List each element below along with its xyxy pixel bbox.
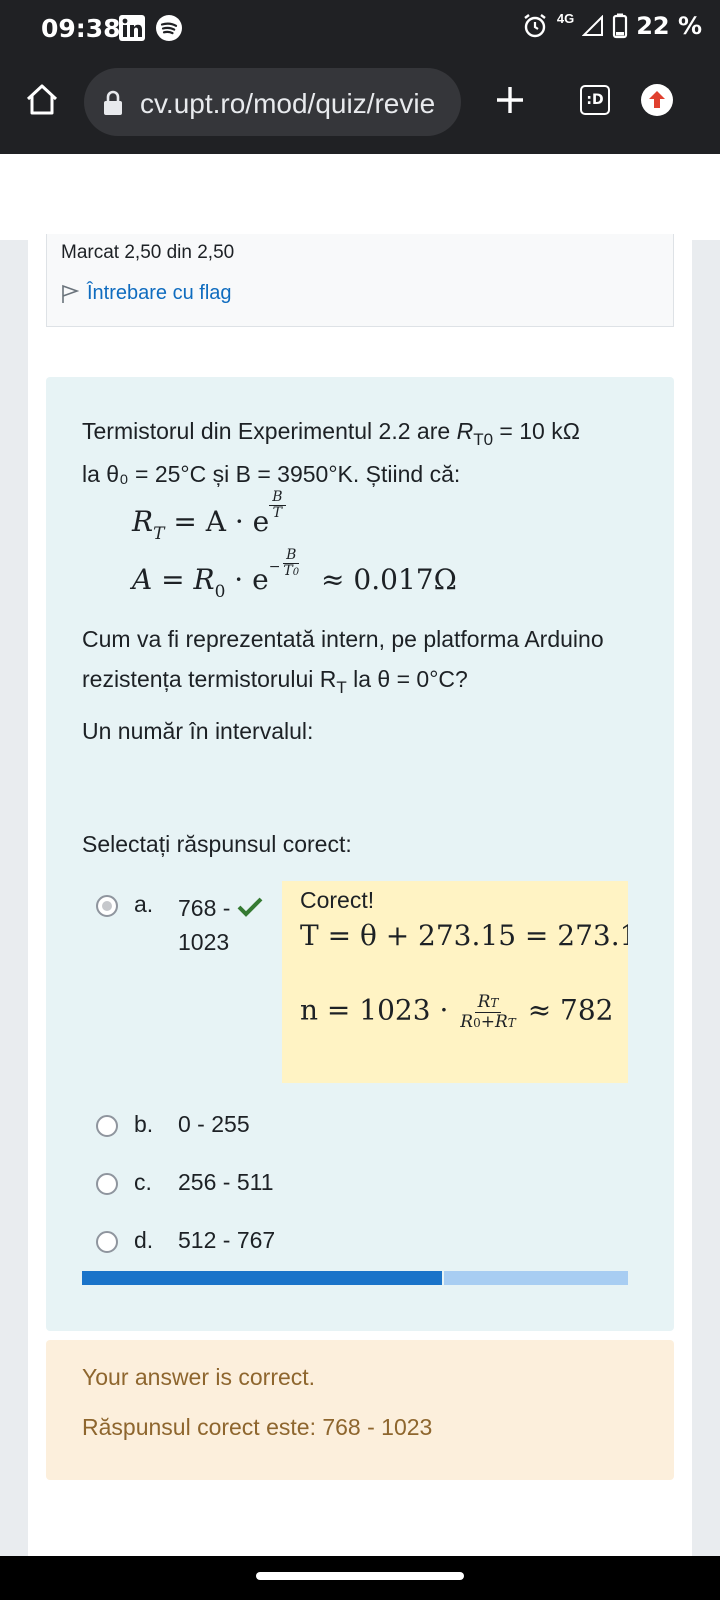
flag-icon bbox=[62, 284, 79, 303]
feedback-label: Corect! bbox=[300, 887, 375, 913]
formula-part: · e bbox=[225, 563, 269, 596]
answer-option-c[interactable]: c. 256 - 511 bbox=[96, 1169, 273, 1196]
fraction-den: T bbox=[283, 563, 293, 579]
quiz-content: Marcat 2,50 din 2,50 Întrebare cu flag T… bbox=[28, 234, 692, 1556]
page-top-spacer bbox=[0, 154, 720, 240]
radio-button[interactable] bbox=[96, 1231, 118, 1253]
question-text-part: Termistorul din Experimentul 2.2 are bbox=[82, 418, 457, 444]
battery-icon bbox=[613, 13, 628, 39]
fraction-den-sub: T bbox=[507, 1015, 516, 1030]
answer-option-d[interactable]: d. 512 - 767 bbox=[96, 1227, 275, 1254]
feedback-eq-temperature: T = θ + 273.15 = 273.15° bbox=[300, 919, 628, 952]
fraction-den: R bbox=[460, 1011, 474, 1032]
formula-part: ≈ 782 bbox=[527, 993, 614, 1027]
radio-button[interactable] bbox=[96, 895, 118, 917]
flag-label: Întrebare cu flag bbox=[87, 282, 232, 304]
fraction-den-sub: 0 bbox=[473, 1015, 481, 1030]
question-var-sub: T0 bbox=[473, 430, 494, 449]
feedback-fraction: RT R0+RT bbox=[457, 993, 519, 1031]
answer-correct-text: Your answer is correct. bbox=[82, 1364, 316, 1390]
formula-part: A = R bbox=[132, 563, 215, 596]
formula-part: T bbox=[153, 524, 165, 544]
option-text: 0 - 255 bbox=[178, 1111, 250, 1137]
option-letter: d. bbox=[134, 1227, 154, 1253]
android-nav-bar bbox=[0, 1556, 720, 1600]
fraction-den-sub: 0 bbox=[292, 567, 300, 578]
option-text: 768 - 1023 bbox=[178, 891, 263, 959]
correct-answer-text: Răspunsul corect este: 768 - 1023 bbox=[82, 1414, 433, 1440]
question-info: Marcat 2,50 din 2,50 Întrebare cu flag bbox=[46, 234, 674, 327]
fraction-den: T bbox=[272, 505, 283, 521]
alarm-icon bbox=[524, 14, 546, 38]
checkmark-icon bbox=[237, 897, 263, 917]
fraction-num: B bbox=[269, 489, 286, 506]
progress-remaining bbox=[444, 1271, 628, 1285]
progress-bar bbox=[82, 1271, 628, 1285]
browser-toolbar: cv.upt.ro/mod/quiz/revie :D bbox=[0, 56, 720, 154]
linkedin-icon bbox=[119, 15, 145, 41]
option-text-line2: 1023 bbox=[178, 929, 230, 955]
formula-a: A = R0 · e− B T0 ≈ 0.017Ω bbox=[132, 547, 457, 602]
question-text: Termistorul din Experimentul 2.2 are RT0… bbox=[82, 411, 652, 494]
question-card: Termistorul din Experimentul 2.2 are RT0… bbox=[46, 377, 674, 1331]
new-tab-button[interactable] bbox=[486, 76, 534, 124]
update-button[interactable] bbox=[633, 76, 681, 124]
formula-part: n = 1023 · bbox=[300, 993, 449, 1027]
fraction-num-sub: T bbox=[490, 996, 499, 1010]
fraction-num: R bbox=[477, 992, 491, 1012]
status-icons: 4G 22 % bbox=[521, 10, 702, 40]
question-text-part: = 10 kΩ bbox=[493, 418, 580, 444]
option-letter: b. bbox=[134, 1111, 154, 1137]
answer-option-a[interactable]: a. 768 - 1023 bbox=[96, 891, 263, 959]
answer-option-b[interactable]: b. 0 - 255 bbox=[96, 1111, 250, 1138]
formula-part: R bbox=[132, 505, 154, 538]
radio-button[interactable] bbox=[96, 1115, 118, 1137]
radio-button[interactable] bbox=[96, 1173, 118, 1195]
tab-switcher-button[interactable]: :D bbox=[571, 76, 619, 124]
battery-percent: 22 % bbox=[636, 12, 702, 40]
option-text-line1: 768 - bbox=[178, 895, 231, 921]
address-bar[interactable]: cv.upt.ro/mod/quiz/revie bbox=[84, 68, 461, 136]
network-type: 4G bbox=[556, 10, 575, 26]
specific-feedback: Corect! T = θ + 273.15 = 273.15° n = 102… bbox=[282, 881, 628, 1083]
option-letter: c. bbox=[134, 1169, 152, 1195]
question-paragraph: Cum va fi reprezentată intern, pe platfo… bbox=[82, 619, 652, 702]
home-icon bbox=[26, 84, 58, 115]
home-button[interactable] bbox=[18, 76, 66, 124]
signal-icon bbox=[582, 15, 604, 36]
flag-question-link[interactable]: Întrebare cu flag bbox=[61, 282, 232, 305]
url-text: cv.upt.ro/mod/quiz/revie bbox=[140, 88, 436, 119]
option-text: 512 - 767 bbox=[178, 1227, 276, 1253]
exponent-fraction: BT bbox=[269, 489, 286, 522]
progress-fill bbox=[82, 1271, 442, 1285]
question-text-part: la θ = 0°C? bbox=[346, 666, 468, 692]
upload-arrow-icon bbox=[641, 84, 673, 116]
fraction-den: +R bbox=[480, 1011, 508, 1032]
general-feedback: Your answer is correct. Răspunsul corect… bbox=[46, 1340, 674, 1480]
feedback-eq-n: n = 1023 · RT R0+RT ≈ 782 bbox=[300, 993, 614, 1031]
question-prompt: Un număr în intervalul: bbox=[82, 718, 314, 744]
clock: 09:38 bbox=[41, 14, 121, 43]
mark-text: Marcat 2,50 din 2,50 bbox=[61, 242, 235, 263]
exponent-fraction: B T0 bbox=[280, 547, 302, 580]
status-bar: 09:38 4G 22 % bbox=[0, 0, 720, 56]
question-text-line2: la θ₀ = 25°C și B = 3950°K. Știind că: bbox=[82, 461, 461, 487]
lock-icon bbox=[104, 90, 122, 115]
formula-part: 0 bbox=[214, 582, 226, 602]
option-letter: a. bbox=[134, 891, 154, 917]
formula-part: = A · e bbox=[173, 505, 270, 538]
plus-icon bbox=[497, 87, 523, 113]
select-answer-label: Selectați răspunsul corect: bbox=[82, 831, 352, 857]
spotify-icon bbox=[156, 15, 182, 41]
tab-count: :D bbox=[580, 85, 610, 115]
fraction-num: B bbox=[283, 547, 300, 564]
formula-rt: RT = A · eBT bbox=[132, 489, 286, 544]
exponent-sign: − bbox=[268, 559, 281, 575]
option-text: 256 - 511 bbox=[178, 1169, 274, 1195]
formula-part: ≈ 0.017Ω bbox=[321, 563, 457, 596]
question-var: R bbox=[456, 418, 474, 444]
question-var-sub: T bbox=[336, 678, 347, 697]
home-gesture-pill[interactable] bbox=[256, 1572, 464, 1580]
